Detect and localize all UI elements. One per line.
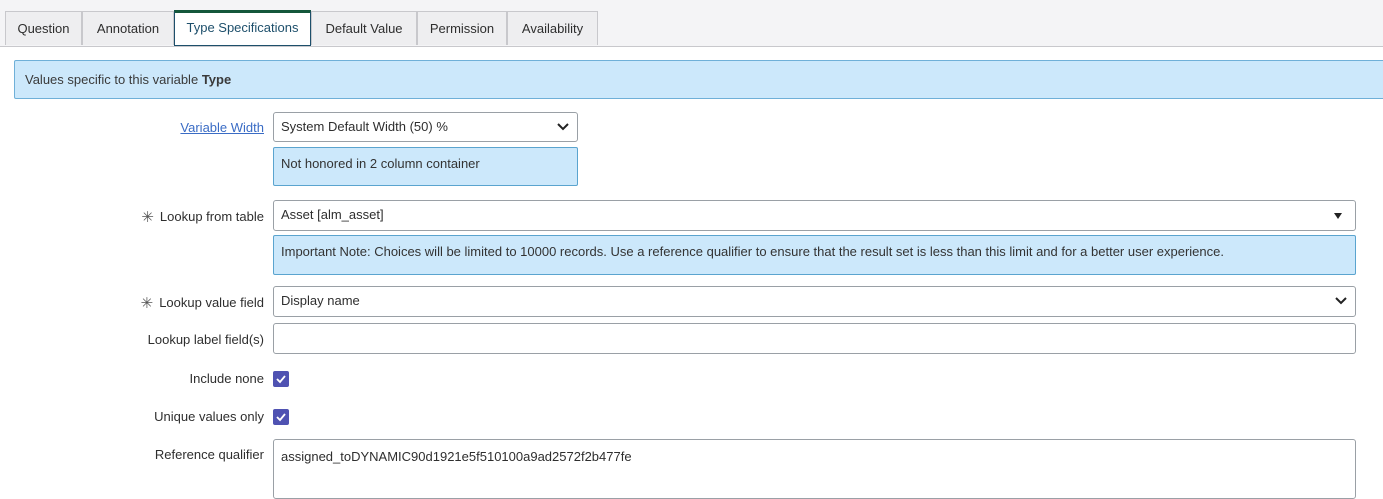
- lookup-limit-note-text: Important Note: Choices will be limited …: [281, 244, 1224, 259]
- tab-permission[interactable]: Permission: [417, 11, 507, 45]
- include-none-label-text: Include none: [189, 371, 264, 386]
- tab-bar: Question Annotation Type Specifications …: [0, 0, 1383, 47]
- include-none-label: Include none: [190, 371, 264, 386]
- checkmark-icon: [276, 413, 286, 422]
- variable-width-note: Not honored in 2 column container: [273, 147, 578, 186]
- tab-availability[interactable]: Availability: [507, 11, 598, 45]
- variable-width-select[interactable]: System Default Width (50) %: [273, 112, 578, 142]
- variable-width-value: System Default Width (50) %: [281, 119, 448, 134]
- reference-qualifier-label: Reference qualifier: [155, 447, 264, 462]
- lookup-value-field-select[interactable]: Display name: [273, 286, 1356, 317]
- lookup-value-field-value: Display name: [281, 293, 360, 308]
- tab-question[interactable]: Question: [5, 11, 82, 45]
- required-asterisk-icon: ✳: [140, 295, 154, 312]
- checkmark-icon: [276, 375, 286, 384]
- variable-width-label: Variable Width: [180, 120, 264, 135]
- lookup-limit-note: Important Note: Choices will be limited …: [273, 235, 1356, 275]
- info-banner-text: Values specific to this variable: [25, 72, 199, 87]
- tab-default-value[interactable]: Default Value: [311, 11, 417, 45]
- lookup-label-fields-label: Lookup label field(s): [148, 332, 264, 347]
- tab-type-specifications[interactable]: Type Specifications: [174, 10, 311, 46]
- unique-values-only-label: Unique values only: [154, 409, 264, 424]
- dropdown-triangle-icon: [1334, 213, 1342, 219]
- chevron-down-icon: [557, 123, 569, 131]
- required-asterisk-icon: ✳: [141, 209, 154, 226]
- lookup-from-table-value: Asset [alm_asset]: [281, 207, 384, 222]
- reference-qualifier-label-text: Reference qualifier: [154, 447, 264, 462]
- variable-width-link[interactable]: Variable Width: [180, 120, 264, 135]
- unique-values-only-checkbox[interactable]: [273, 409, 289, 425]
- reference-qualifier-value: assigned_toDYNAMIC90d1921e5f510100a9ad25…: [281, 449, 632, 464]
- lookup-label-fields-label-text: Lookup label field(s): [147, 332, 264, 347]
- variable-width-note-text: Not honored in 2 column container: [281, 156, 480, 171]
- lookup-from-table-label-text: Lookup from table: [159, 209, 264, 224]
- unique-values-only-label-text: Unique values only: [154, 409, 264, 424]
- info-banner: Values specific to this variable Type: [14, 60, 1383, 99]
- lookup-from-table-label: ✳ Lookup from table: [141, 208, 264, 226]
- lookup-label-fields-input[interactable]: [273, 323, 1356, 354]
- info-banner-emphasis: Type: [201, 72, 232, 87]
- lookup-value-field-label-text: Lookup value field: [159, 295, 264, 310]
- tab-annotation[interactable]: Annotation: [82, 11, 174, 45]
- chevron-down-icon: [1335, 297, 1347, 305]
- lookup-value-field-label: ✳ Lookup value field: [141, 294, 264, 312]
- reference-qualifier-textarea[interactable]: assigned_toDYNAMIC90d1921e5f510100a9ad25…: [273, 439, 1356, 499]
- include-none-checkbox[interactable]: [273, 371, 289, 387]
- lookup-from-table-select[interactable]: Asset [alm_asset]: [273, 200, 1356, 231]
